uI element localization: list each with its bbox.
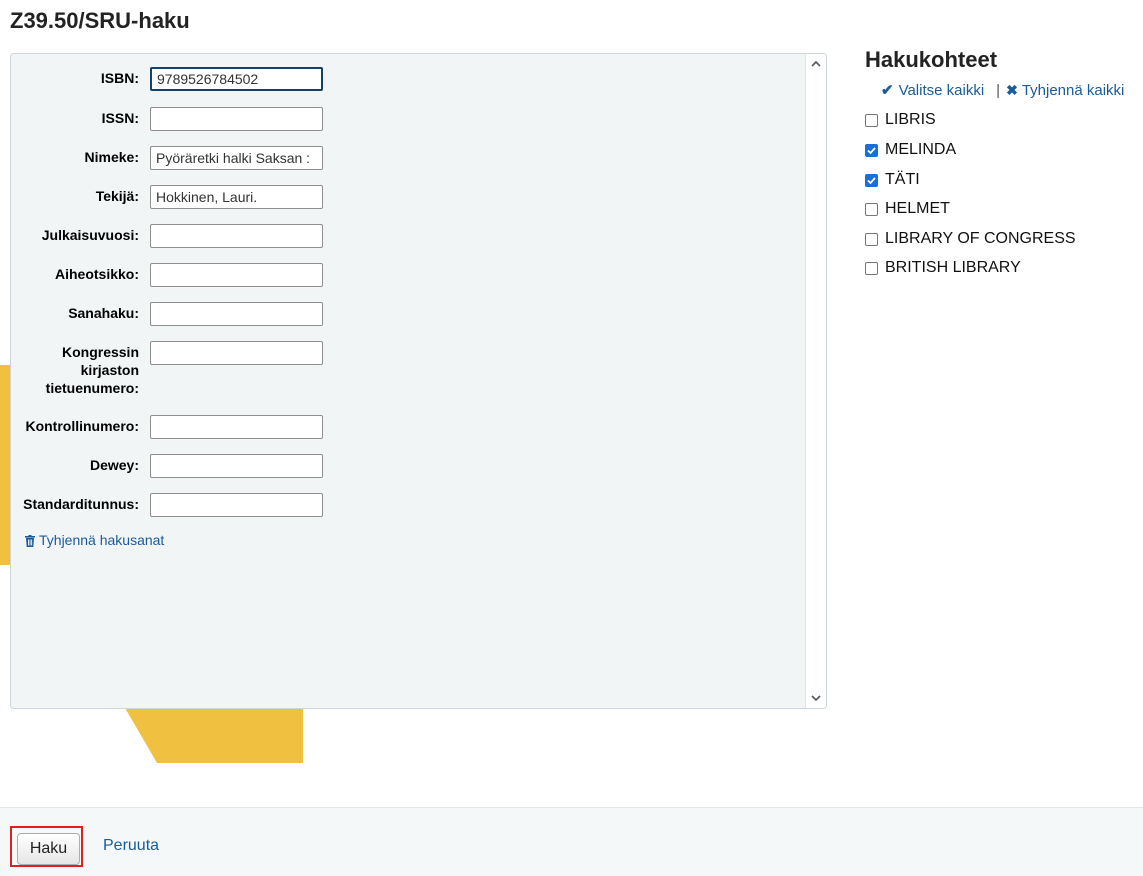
field-row-issn: ISSN: bbox=[11, 107, 341, 131]
target-checkbox[interactable] bbox=[865, 232, 878, 246]
target-checkbox[interactable] bbox=[865, 202, 878, 216]
sanahaku-input[interactable] bbox=[150, 302, 323, 326]
julkaisuvuosi-label: Julkaisuvuosi: bbox=[41, 227, 139, 243]
link-separator: | bbox=[996, 81, 1001, 99]
target-checkbox[interactable] bbox=[865, 113, 878, 127]
target-label: MELINDA bbox=[885, 141, 957, 158]
isbn-input[interactable] bbox=[150, 67, 323, 91]
target-label: HELMET bbox=[885, 200, 950, 217]
scroll-up-icon[interactable] bbox=[806, 54, 826, 74]
lccn-label-line: tietuenumero: bbox=[45, 380, 139, 396]
field-row-standarditunnus: Standarditunnus: bbox=[11, 493, 341, 517]
lccn-label-line: Kongressin bbox=[61, 344, 139, 360]
panel-scrollbar[interactable] bbox=[805, 54, 826, 708]
close-icon: ✖ bbox=[1006, 81, 1018, 98]
target-label: TÄTI bbox=[885, 171, 920, 188]
target-melinda[interactable]: MELINDA bbox=[865, 140, 956, 160]
sanahaku-label: Sanahaku: bbox=[68, 305, 139, 321]
page-title: Z39.50/SRU-haku bbox=[10, 8, 190, 33]
issn-label: ISSN: bbox=[101, 110, 139, 126]
dewey-label: Dewey: bbox=[89, 457, 139, 473]
standarditunnus-input[interactable] bbox=[150, 493, 323, 517]
check-icon: ✔ bbox=[881, 82, 894, 99]
target-select-links: ✔ Valitse kaikki | ✖ Tyhjennä kaikki bbox=[881, 81, 1124, 100]
trash-icon bbox=[25, 534, 35, 547]
kontrollinumero-input[interactable] bbox=[150, 415, 323, 439]
target-libris[interactable]: LIBRIS bbox=[865, 110, 936, 130]
target-label: LIBRARY OF CONGRESS bbox=[885, 230, 1076, 247]
decorative-stripe bbox=[125, 708, 303, 763]
target-label: BRITISH LIBRARY bbox=[885, 259, 1021, 276]
lccn-label-line: kirjaston bbox=[80, 362, 139, 378]
target-helmet[interactable]: HELMET bbox=[865, 199, 950, 219]
clear-all-label: Tyhjennä kaikki bbox=[1021, 81, 1125, 99]
field-row-dewey: Dewey: bbox=[11, 454, 341, 478]
field-row-tekija: Tekijä: bbox=[11, 185, 341, 209]
tekija-label: Tekijä: bbox=[95, 188, 139, 204]
standarditunnus-label: Standarditunnus: bbox=[23, 496, 139, 512]
nimeke-input[interactable] bbox=[150, 146, 323, 170]
field-row-isbn: ISBN: bbox=[11, 67, 341, 91]
cancel-link[interactable]: Peruuta bbox=[103, 837, 159, 855]
isbn-label: ISBN: bbox=[100, 70, 139, 86]
search-form-panel: ISBN: ISSN: Nimeke: Tekijä: Julkaisuvuos… bbox=[10, 53, 827, 709]
select-all-link[interactable]: ✔ Valitse kaikki bbox=[881, 81, 984, 99]
target-checkbox[interactable] bbox=[865, 173, 878, 187]
target-checkbox[interactable] bbox=[865, 261, 878, 275]
search-button[interactable]: Haku bbox=[17, 833, 80, 865]
aiheotsikko-input[interactable] bbox=[150, 263, 323, 287]
aiheotsikko-label: Aiheotsikko: bbox=[54, 266, 139, 282]
clear-all-link[interactable]: ✖ Tyhjennä kaikki bbox=[1006, 82, 1124, 99]
clear-search-terms-link[interactable]: Tyhjennä hakusanat bbox=[25, 532, 164, 548]
tekija-input[interactable] bbox=[150, 185, 323, 209]
search-button-highlight: Haku bbox=[10, 826, 83, 867]
dewey-input[interactable] bbox=[150, 454, 323, 478]
scroll-down-icon[interactable] bbox=[806, 688, 826, 708]
targets-title: Hakukohteet bbox=[865, 47, 998, 72]
kontrollinumero-label: Kontrollinumero: bbox=[25, 418, 139, 434]
field-row-sanahaku: Sanahaku: bbox=[11, 302, 341, 326]
lccn-label: Kongressin kirjaston tietuenumero: bbox=[11, 341, 139, 397]
field-row-nimeke: Nimeke: bbox=[11, 146, 341, 170]
target-library-of-congress[interactable]: LIBRARY OF CONGRESS bbox=[865, 229, 1076, 249]
issn-input[interactable] bbox=[150, 107, 323, 131]
target-checkbox[interactable] bbox=[865, 143, 878, 157]
field-row-julkaisuvuosi: Julkaisuvuosi: bbox=[11, 224, 341, 248]
target-british-library[interactable]: BRITISH LIBRARY bbox=[865, 258, 1021, 278]
field-row-lccn: Kongressin kirjaston tietuenumero: bbox=[11, 341, 341, 397]
select-all-label: Valitse kaikki bbox=[898, 82, 985, 99]
lccn-input[interactable] bbox=[150, 341, 323, 365]
target-label: LIBRIS bbox=[885, 111, 936, 128]
form-footer bbox=[0, 807, 1143, 876]
field-row-kontrollinumero: Kontrollinumero: bbox=[11, 415, 341, 439]
target-tati[interactable]: TÄTI bbox=[865, 170, 920, 190]
nimeke-label: Nimeke: bbox=[84, 149, 139, 165]
clear-search-terms-label: Tyhjennä hakusanat bbox=[39, 532, 165, 548]
julkaisuvuosi-input[interactable] bbox=[150, 224, 323, 248]
field-row-aiheotsikko: Aiheotsikko: bbox=[11, 263, 341, 287]
